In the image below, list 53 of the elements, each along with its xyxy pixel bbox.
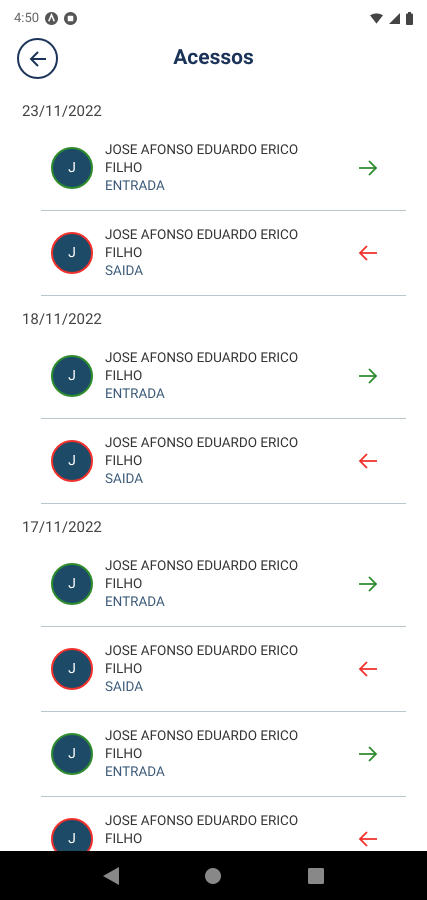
- home-nav-icon[interactable]: [205, 868, 222, 884]
- left-arrow-icon: [358, 661, 378, 677]
- user-name: JOSE AFONSO EDUARDO ERICO FILHO: [105, 141, 300, 177]
- page-title: Acessos: [173, 46, 254, 70]
- signal-icon: [389, 12, 400, 24]
- access-list-item[interactable]: J JOSE AFONSO EDUARDO ERICO FILHO ENTRADA: [41, 712, 406, 797]
- access-list-item[interactable]: J JOSE AFONSO EDUARDO ERICO FILHO ENTRADA: [41, 334, 406, 419]
- user-avatar: J: [51, 355, 93, 397]
- user-name: JOSE AFONSO EDUARDO ERICO FILHO: [105, 642, 300, 678]
- access-type: SAIDA: [105, 262, 144, 280]
- user-avatar: J: [51, 563, 93, 605]
- back-nav-icon[interactable]: [103, 866, 120, 884]
- date-heading: 23/11/2022: [21, 101, 103, 122]
- access-type: SAIDA: [105, 678, 144, 696]
- access-type: ENTRADA: [105, 593, 166, 611]
- access-list-item[interactable]: J JOSE AFONSO EDUARDO ERICO FILHO SAIDA: [41, 419, 406, 504]
- right-arrow-icon: [358, 746, 378, 762]
- user-name: JOSE AFONSO EDUARDO ERICO FILHO: [105, 434, 300, 470]
- access-type: SAIDA: [105, 470, 144, 488]
- access-list-item[interactable]: J JOSE AFONSO EDUARDO ERICO FILHO SAIDA: [41, 627, 406, 712]
- right-arrow-icon: [358, 576, 378, 592]
- access-list-item[interactable]: J JOSE AFONSO EDUARDO ERICO FILHO ENTRADA: [41, 542, 406, 627]
- user-avatar: J: [51, 733, 93, 775]
- wifi-icon: [370, 12, 383, 24]
- access-type: ENTRADA: [105, 763, 166, 781]
- back-arrow-icon: [28, 50, 48, 68]
- left-arrow-icon: [358, 453, 378, 469]
- notification-icon: [64, 12, 78, 24]
- access-list-item[interactable]: J JOSE AFONSO EDUARDO ERICO FILHO ENTRADA: [41, 126, 406, 211]
- user-name: JOSE AFONSO EDUARDO ERICO FILHO: [105, 226, 300, 262]
- access-list-item[interactable]: J JOSE AFONSO EDUARDO ERICO FILHO SAIDA: [41, 211, 406, 296]
- user-name: JOSE AFONSO EDUARDO ERICO FILHO: [105, 812, 300, 848]
- user-avatar: J: [51, 147, 93, 189]
- user-name: JOSE AFONSO EDUARDO ERICO FILHO: [105, 349, 300, 385]
- user-avatar: J: [51, 232, 93, 274]
- notification-icon: [45, 12, 58, 24]
- access-type: ENTRADA: [105, 385, 166, 403]
- left-arrow-icon: [358, 831, 378, 847]
- user-avatar: J: [51, 648, 93, 690]
- recents-nav-icon[interactable]: [308, 868, 324, 884]
- left-arrow-icon: [358, 245, 378, 261]
- date-heading: 18/11/2022: [21, 309, 103, 330]
- back-button[interactable]: [17, 38, 58, 79]
- battery-icon: [406, 12, 413, 24]
- date-heading: 17/11/2022: [21, 517, 103, 538]
- user-avatar: J: [51, 440, 93, 482]
- user-name: JOSE AFONSO EDUARDO ERICO FILHO: [105, 727, 300, 763]
- status-time: 4:50: [14, 10, 40, 26]
- access-type: ENTRADA: [105, 177, 166, 195]
- right-arrow-icon: [358, 368, 378, 384]
- right-arrow-icon: [358, 160, 378, 176]
- user-avatar: J: [51, 818, 93, 851]
- user-name: JOSE AFONSO EDUARDO ERICO FILHO: [105, 557, 300, 593]
